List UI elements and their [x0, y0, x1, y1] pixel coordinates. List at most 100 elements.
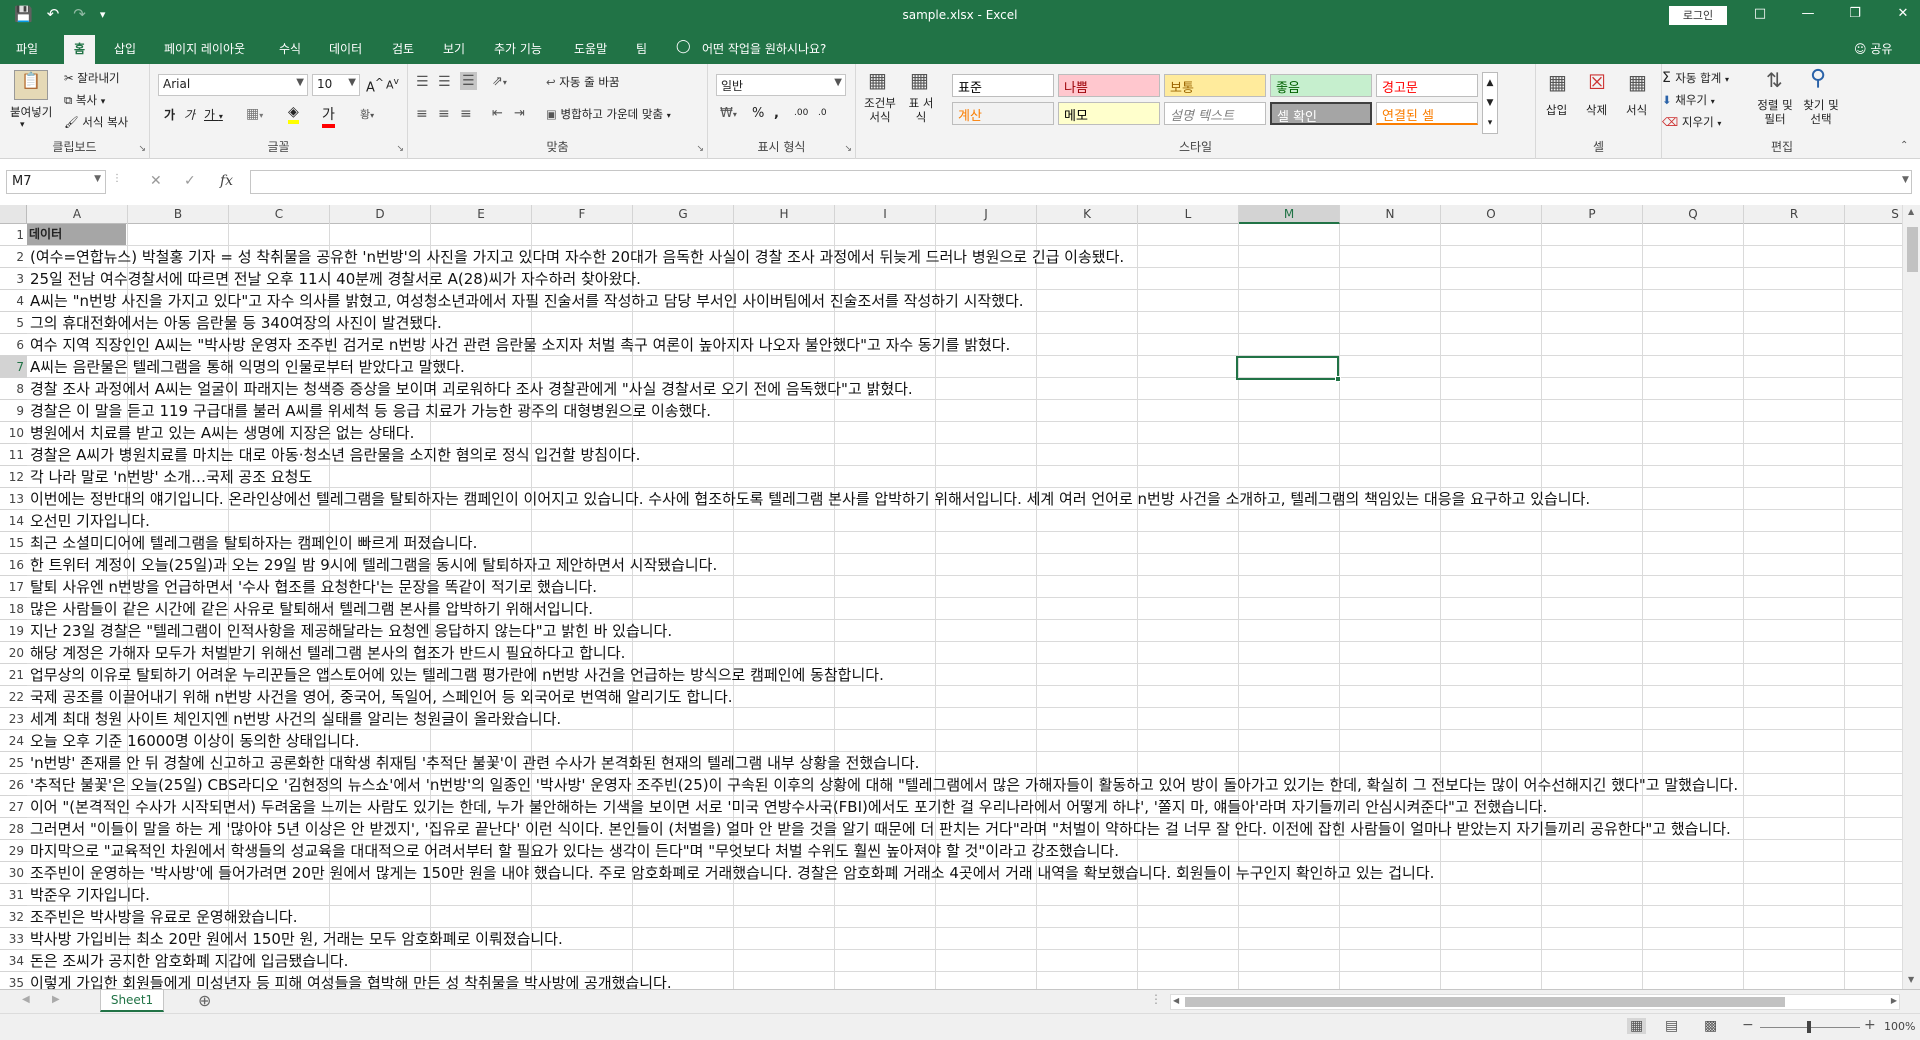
- row-header[interactable]: 19: [0, 620, 27, 642]
- find-select-button[interactable]: 찾기 및 선택: [1800, 98, 1842, 126]
- cell-text[interactable]: 오늘 오후 기준 16000명 이상이 동의한 상태입니다.: [30, 730, 360, 752]
- cell-area[interactable]: 데이터 (여수=연합뉴스) 박철홍 기자 = 성 착취물을 공유한 'n번방'의…: [27, 224, 1902, 989]
- cell-text[interactable]: 경찰 조사 과정에서 A씨는 얼굴이 파래지는 청색증 증상을 보이며 괴로워하…: [30, 378, 913, 400]
- split-handle-icon[interactable]: ⋮: [1150, 992, 1162, 1006]
- cell-text[interactable]: (여수=연합뉴스) 박철홍 기자 = 성 착취물을 공유한 'n번방'의 사진을…: [30, 246, 1124, 268]
- table-format-button[interactable]: 표 서식: [906, 96, 936, 124]
- zoom-slider-thumb[interactable]: [1807, 1021, 1811, 1033]
- active-cell-cursor[interactable]: [1236, 356, 1339, 380]
- close-icon[interactable]: ✕: [1893, 6, 1913, 21]
- style-calculation[interactable]: 계산: [952, 102, 1054, 125]
- tab-help[interactable]: 도움말: [574, 40, 607, 57]
- column-header[interactable]: E: [431, 205, 532, 224]
- style-good[interactable]: 좋음: [1270, 74, 1372, 97]
- ribbon-display-icon[interactable]: □: [1750, 6, 1770, 21]
- cell-text[interactable]: 박사방 가입비는 최소 20만 원에서 150만 원, 거래는 모두 암호화폐로…: [30, 928, 563, 950]
- column-header[interactable]: H: [734, 205, 835, 224]
- expand-formula-icon[interactable]: ▼: [1902, 175, 1909, 185]
- cell-text[interactable]: 이어 "(본격적인 수사가 시작되면서) 두려움을 느끼는 사람도 있기는 한데…: [30, 796, 1547, 818]
- cell-text[interactable]: 경찰은 이 말을 듣고 119 구급대를 불러 A씨를 위세척 등 응급 치료가…: [30, 400, 711, 422]
- cell-text[interactable]: 지난 23일 경찰은 "텔레그램이 인적사항을 제공해달라는 요청엔 응답하지 …: [30, 620, 672, 642]
- scroll-down-icon[interactable]: ▼: [1908, 975, 1914, 984]
- row-header[interactable]: 7: [0, 356, 27, 378]
- cell-text[interactable]: 병원에서 치료를 받고 있는 A씨는 생명에 지장은 없는 상태다.: [30, 422, 414, 444]
- row-header[interactable]: 24: [0, 730, 27, 752]
- row-header[interactable]: 23: [0, 708, 27, 730]
- insert-function-icon[interactable]: fx: [220, 173, 233, 189]
- paste-icon[interactable]: 📋: [14, 70, 48, 100]
- column-header[interactable]: O: [1441, 205, 1542, 224]
- page-break-view-icon[interactable]: ▩: [1704, 1018, 1717, 1034]
- styles-scroll[interactable]: ▲ ▼ ▾: [1482, 72, 1498, 134]
- tab-review[interactable]: 검토: [392, 40, 414, 57]
- zoom-out-icon[interactable]: −: [1742, 1017, 1754, 1033]
- cell-text[interactable]: 경찰은 A씨가 병원치료를 마치는 대로 아동·청소년 음란물을 소지한 혐의로…: [30, 444, 640, 466]
- cell-text[interactable]: 많은 사람들이 같은 시간에 같은 사유로 탈퇴해서 텔레그램 본사를 압박하기…: [30, 598, 593, 620]
- row-header[interactable]: 29: [0, 840, 27, 862]
- row-header[interactable]: 15: [0, 532, 27, 554]
- style-note[interactable]: 메모: [1058, 102, 1160, 125]
- formula-input[interactable]: [250, 170, 1912, 194]
- cell-text[interactable]: 박준우 기자입니다.: [30, 884, 150, 906]
- magnifier-icon[interactable]: ⚲: [1810, 66, 1826, 91]
- column-header[interactable]: R: [1744, 205, 1845, 224]
- cell-text[interactable]: 조주빈이 운영하는 '박사방'에 들어가려면 20만 원에서 많게는 150만 …: [30, 862, 1434, 884]
- row-header[interactable]: 18: [0, 598, 27, 620]
- row-header[interactable]: 14: [0, 510, 27, 532]
- dialog-launcher-icon[interactable]: ↘: [138, 144, 146, 154]
- row-header[interactable]: 27: [0, 796, 27, 818]
- row-header[interactable]: 22: [0, 686, 27, 708]
- column-header[interactable]: P: [1542, 205, 1643, 224]
- delete-cells-button[interactable]: 삭제: [1586, 102, 1607, 118]
- increase-font-icon[interactable]: A^: [366, 76, 384, 95]
- row-header[interactable]: 26: [0, 774, 27, 796]
- format-cells-button[interactable]: 서식: [1626, 102, 1647, 118]
- tab-home[interactable]: 홈: [64, 35, 96, 64]
- page-layout-view-icon[interactable]: ▤: [1665, 1018, 1678, 1034]
- style-linked-cell[interactable]: 연결된 셀: [1376, 102, 1478, 125]
- zoom-level[interactable]: 100%: [1884, 1020, 1915, 1033]
- percent-icon[interactable]: %: [752, 106, 764, 121]
- zoom-in-icon[interactable]: +: [1864, 1017, 1876, 1033]
- currency-icon[interactable]: ₩▾: [720, 106, 737, 121]
- decrease-decimal-icon[interactable]: .0: [818, 108, 827, 118]
- underline-icon[interactable]: 가 ▾: [204, 106, 223, 123]
- row-header[interactable]: 10: [0, 422, 27, 444]
- style-explanatory[interactable]: 설명 텍스트: [1164, 102, 1266, 125]
- cell-text[interactable]: 해당 계정은 가해자 모두가 처벌받기 위해선 텔레그램 본사의 협조가 반드시…: [30, 642, 625, 664]
- select-all-button[interactable]: [0, 205, 27, 224]
- cell-text[interactable]: 탈퇴 사유엔 n번방을 언급하면서 '수사 협조를 요청한다'는 문장을 똑같이…: [30, 576, 597, 598]
- align-bottom-icon[interactable]: ☰: [460, 72, 477, 90]
- cell-a1[interactable]: 데이터: [27, 224, 126, 245]
- style-warning[interactable]: 경고문: [1376, 74, 1478, 97]
- row-header[interactable]: 8: [0, 378, 27, 400]
- decrease-indent-icon[interactable]: ⇤: [492, 106, 503, 121]
- row-header[interactable]: 3: [0, 268, 27, 290]
- tab-file[interactable]: 파일: [16, 40, 38, 57]
- cell-text[interactable]: 각 나라 말로 'n번방' 소개…국제 공조 요청도: [30, 466, 312, 488]
- cell-text[interactable]: 최근 소셜미디어에 텔레그램을 탈퇴하자는 캠페인이 빠르게 퍼졌습니다.: [30, 532, 477, 554]
- copy-button[interactable]: ⧉ 복사 ▾: [64, 92, 105, 108]
- dialog-launcher-icon[interactable]: ↘: [396, 144, 404, 154]
- phonetic-icon[interactable]: 황▾: [360, 106, 374, 122]
- column-header[interactable]: M: [1239, 205, 1340, 224]
- cancel-icon[interactable]: ✕: [150, 173, 162, 189]
- style-neutral[interactable]: 보통: [1164, 74, 1266, 97]
- row-header[interactable]: 17: [0, 576, 27, 598]
- font-size-select[interactable]: 10 ▼: [312, 74, 360, 96]
- row-header[interactable]: 11: [0, 444, 27, 466]
- clear-button[interactable]: ⌫ 지우기 ▾: [1662, 114, 1721, 130]
- restore-icon[interactable]: ❐: [1845, 6, 1865, 21]
- scroll-right-icon[interactable]: ▶: [1891, 996, 1897, 1005]
- tab-data[interactable]: 데이터: [329, 40, 362, 57]
- more-icon[interactable]: ⋮: [112, 173, 122, 184]
- column-header[interactable]: N: [1340, 205, 1441, 224]
- sheet-tab[interactable]: Sheet1: [100, 990, 164, 1012]
- fill-handle[interactable]: [1335, 376, 1341, 382]
- orientation-icon[interactable]: ⇗▾: [492, 74, 507, 89]
- tab-team[interactable]: 팀: [636, 40, 647, 57]
- tab-insert[interactable]: 삽입: [114, 40, 136, 57]
- row-header[interactable]: 1: [0, 224, 27, 246]
- row-header[interactable]: 12: [0, 466, 27, 488]
- cell-text[interactable]: 'n번방' 존재를 안 뒤 경찰에 신고하고 공론화한 대학생 취재팀 '추적단…: [30, 752, 919, 774]
